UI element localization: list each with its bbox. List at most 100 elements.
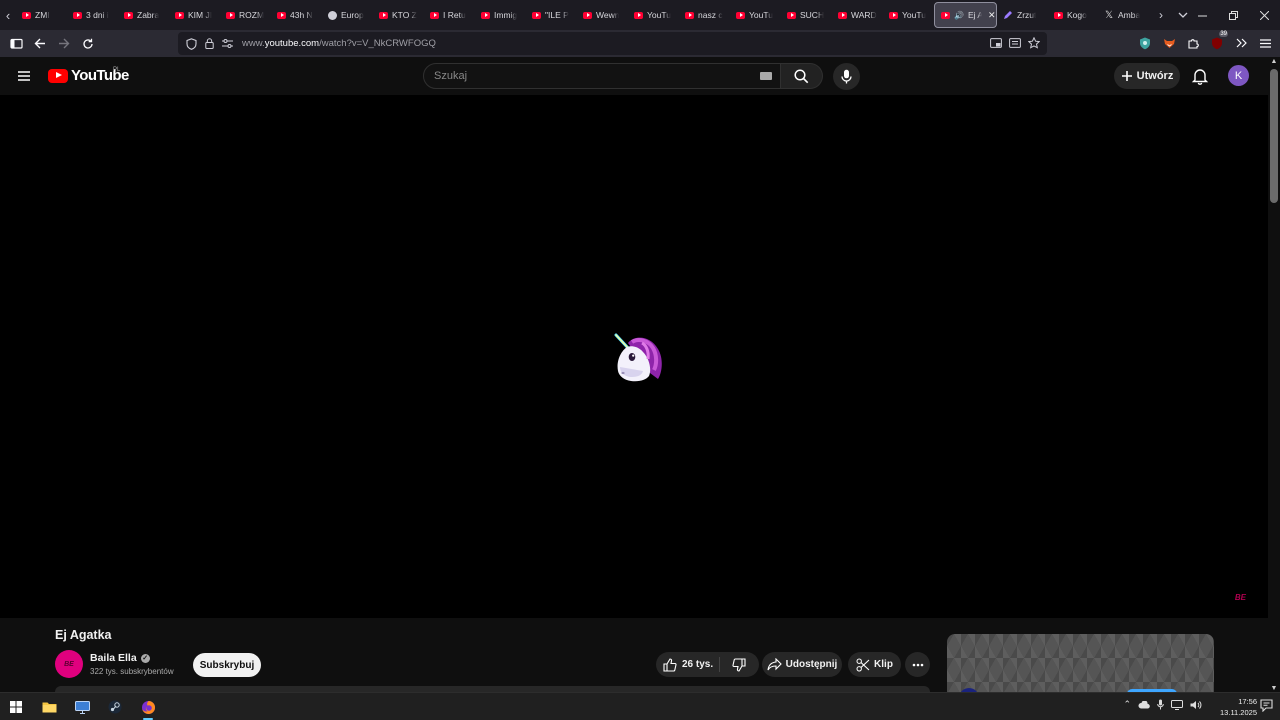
search-input[interactable] [424, 64, 724, 88]
show-hidden-icons-chevron-icon[interactable]: ⌃ [1123, 699, 1131, 710]
channel-watermark[interactable]: BE [1235, 593, 1246, 602]
reload-icon [83, 38, 93, 49]
channel-avatar[interactable]: BE [55, 650, 83, 678]
subscribe-button[interactable]: Subskrybuj [193, 653, 261, 677]
minimize-button[interactable] [1187, 0, 1218, 30]
browser-tab[interactable]: ZMI [16, 2, 67, 28]
cloud-icon[interactable] [1138, 700, 1150, 709]
share-button[interactable]: Udostępnij [762, 652, 842, 677]
channel-avatar-initials: BE [64, 660, 74, 668]
browser-tab[interactable]: Kogo [1048, 2, 1099, 28]
browser-tab[interactable]: I Retu [424, 2, 475, 28]
channel-name-link[interactable]: Baila Ella ✓ [90, 652, 150, 664]
scroll-tabs-left-button[interactable]: ‹ [0, 0, 16, 30]
reload-button[interactable] [76, 32, 100, 56]
more-tools-button[interactable] [1232, 33, 1250, 53]
dislike-button[interactable] [720, 657, 758, 672]
shield-extension-icon[interactable] [1136, 33, 1154, 53]
browser-tab[interactable]: WARD [832, 2, 883, 28]
keyboard-icon[interactable] [760, 72, 772, 80]
app-menu-button[interactable] [1256, 33, 1274, 53]
restore-button[interactable] [1218, 0, 1249, 30]
browser-tab[interactable]: YouTu [628, 2, 679, 28]
file-explorer-taskbar-button[interactable] [38, 697, 60, 717]
address-bar[interactable]: www.youtube.com/watch?v=V_NkCRWFOGQ [178, 32, 1047, 55]
search-button[interactable] [781, 63, 823, 89]
reader-view-icon[interactable] [1008, 36, 1022, 50]
sidebar-promo-card[interactable] [947, 634, 1214, 692]
remote-desktop-taskbar-button[interactable] [71, 697, 93, 717]
browser-tab-active[interactable]: 🔊 Ej A ✕ [934, 2, 997, 28]
hamburger-icon [1259, 38, 1271, 48]
browser-tab[interactable]: Zrzut [997, 2, 1048, 28]
fox-extension-icon[interactable] [1160, 33, 1178, 53]
speaker-icon[interactable]: 🔊 [954, 11, 964, 20]
tab-title: Zabra [137, 10, 160, 20]
scrollbar-thumb[interactable] [1270, 69, 1278, 203]
start-button[interactable] [5, 697, 27, 717]
browser-tab[interactable]: "ILE P [526, 2, 577, 28]
unicorn-emoji-icon [614, 333, 662, 382]
close-tab-icon[interactable]: ✕ [988, 10, 996, 21]
youtube-favicon-icon [226, 11, 235, 19]
more-horizontal-icon [912, 663, 923, 666]
scroll-tabs-right-button[interactable]: › [1150, 0, 1172, 30]
voice-search-button[interactable] [833, 63, 860, 90]
youtube-favicon-icon [481, 11, 490, 19]
browser-tab[interactable]: ROZM [220, 2, 271, 28]
back-button[interactable] [28, 32, 52, 56]
notifications-button[interactable] [1190, 66, 1210, 86]
firefox-taskbar-button[interactable] [137, 697, 159, 720]
browser-tab[interactable]: Europ [322, 2, 373, 28]
taskbar-clock[interactable]: 17:56 13.11.2025 [1220, 696, 1257, 718]
close-window-button[interactable] [1249, 0, 1280, 30]
browser-tab[interactable]: YouTu [883, 2, 934, 28]
browser-tab[interactable]: Zabra [118, 2, 169, 28]
create-button[interactable]: Utwórz [1114, 63, 1180, 89]
page-scrollbar[interactable]: ▲ ▼ [1268, 57, 1280, 692]
url-text[interactable]: www.youtube.com/watch?v=V_NkCRWFOGQ [242, 38, 436, 49]
youtube-favicon-icon [736, 11, 745, 19]
browser-tab[interactable]: YouTu [730, 2, 781, 28]
forward-button[interactable] [52, 32, 76, 56]
picture-in-picture-icon[interactable] [989, 36, 1003, 50]
sidebar-toggle-button[interactable] [4, 32, 28, 56]
browser-tab[interactable]: KTO Z [373, 2, 424, 28]
tab-title: nasz c [698, 10, 723, 20]
tab-title: WARD [851, 10, 877, 20]
notification-center-button[interactable] [1260, 699, 1274, 713]
scroll-up-arrow-icon[interactable]: ▲ [1270, 58, 1278, 65]
tab-title: Wewn [596, 10, 620, 20]
youtube-favicon-icon [583, 11, 592, 19]
scroll-down-arrow-icon[interactable]: ▼ [1270, 685, 1278, 692]
account-avatar[interactable]: K [1228, 65, 1249, 86]
more-actions-button[interactable] [905, 652, 930, 677]
browser-tab[interactable]: 43h N [271, 2, 322, 28]
microphone-icon[interactable] [1157, 699, 1164, 710]
video-player[interactable]: BE [0, 95, 1268, 618]
permissions-icon[interactable] [220, 37, 234, 51]
tracking-protection-icon[interactable] [184, 37, 198, 51]
guide-menu-button[interactable] [14, 66, 34, 86]
browser-tab[interactable]: Immig [475, 2, 526, 28]
browser-tab[interactable]: 𝕏 Amba [1099, 2, 1150, 28]
tab-title: YouTu [647, 10, 671, 20]
create-label: Utwórz [1136, 70, 1174, 82]
steam-taskbar-button[interactable] [104, 697, 126, 717]
like-button[interactable]: 26 tys. [656, 657, 720, 672]
puzzle-extensions-icon[interactable] [1184, 33, 1202, 53]
verified-check-icon: ✓ [140, 653, 150, 663]
clip-button[interactable]: Klip [848, 652, 901, 677]
bookmark-star-icon[interactable] [1027, 36, 1041, 50]
lock-icon[interactable] [202, 37, 216, 51]
browser-tab[interactable]: SUCH [781, 2, 832, 28]
browser-toolbar: www.youtube.com/watch?v=V_NkCRWFOGQ 39 [0, 30, 1280, 57]
browser-tab[interactable]: 3 dni i [67, 2, 118, 28]
browser-tab[interactable]: Wewn [577, 2, 628, 28]
volume-icon[interactable] [1190, 700, 1202, 710]
browser-tab[interactable]: KIM JI [169, 2, 220, 28]
browser-tab[interactable]: nasz c [679, 2, 730, 28]
network-icon[interactable] [1171, 699, 1183, 710]
plus-icon [1121, 71, 1132, 81]
ublock-extension-icon[interactable]: 39 [1208, 31, 1228, 53]
